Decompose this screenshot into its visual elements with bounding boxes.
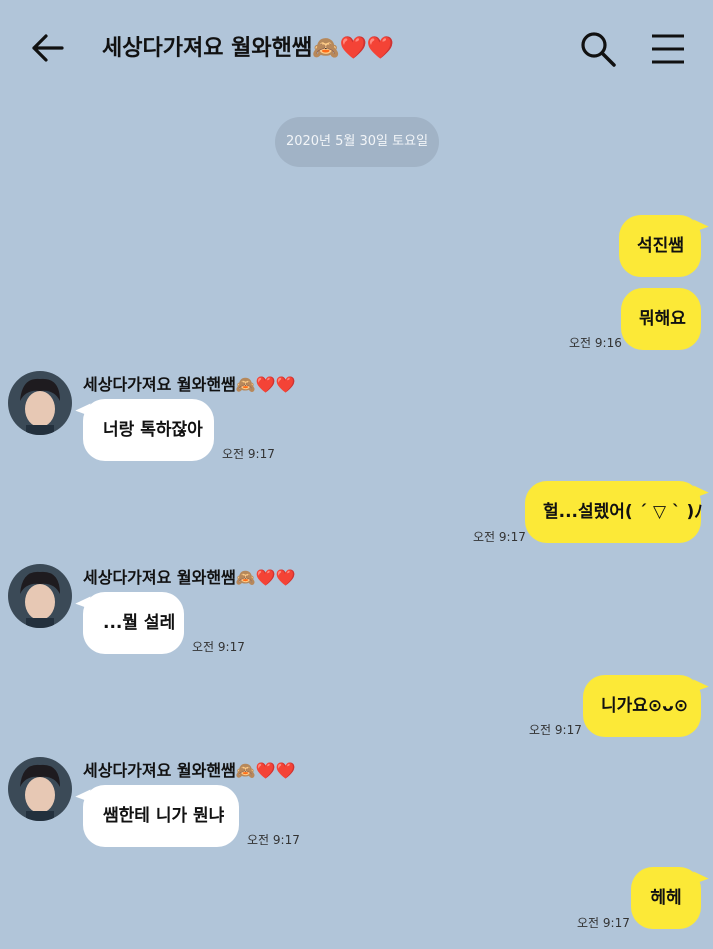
arrow-left-icon [32,34,64,62]
hamburger-menu-icon [652,34,684,64]
message-bubble-theirs[interactable]: 너랑 톡하잖아 [83,399,214,461]
sender-name: 세상다가져요 월와핸쌤🙈❤️❤️ [83,568,296,587]
message-time: 오전 9:17 [529,723,582,737]
message-time: 오전 9:17 [473,530,526,544]
menu-button[interactable] [648,30,688,68]
search-icon [581,32,616,67]
message-bubble-mine[interactable]: 뭐해요 [621,288,701,350]
message-bubble-mine[interactable]: 니가요⊙ᴗ⊙ [583,675,701,737]
profile-avatar[interactable] [8,371,72,435]
back-button[interactable] [30,30,66,66]
message-time: 오전 9:16 [569,336,622,350]
message-time: 오전 9:17 [222,447,275,461]
sender-name: 세상다가져요 월와핸쌤🙈❤️❤️ [83,375,296,394]
message-bubble-mine[interactable]: 헐...설렜어( ´ ▽ ` )ﾉ [525,481,703,543]
date-divider: 2020년 5월 30일 토요일 [275,117,439,167]
message-time: 오전 9:17 [192,640,245,654]
profile-avatar[interactable] [8,564,72,628]
message-bubble-mine[interactable]: 헤헤 [631,867,701,929]
profile-avatar[interactable] [8,757,72,821]
chat-title: 세상다가져요 월와핸쌤🙈❤️❤️ [102,36,395,61]
message-bubble-theirs[interactable]: ...뭘 설레 [83,592,184,654]
message-bubble-mine[interactable]: 석진쌤 [619,215,701,277]
message-time: 오전 9:17 [247,833,300,847]
sender-name: 세상다가져요 월와핸쌤🙈❤️❤️ [83,761,296,780]
search-button[interactable] [578,29,618,69]
message-bubble-theirs[interactable]: 쌤한테 니가 뭔냐 [83,785,239,847]
chat-header: 세상다가져요 월와핸쌤🙈❤️❤️ [0,0,713,100]
message-time: 오전 9:17 [577,916,630,930]
